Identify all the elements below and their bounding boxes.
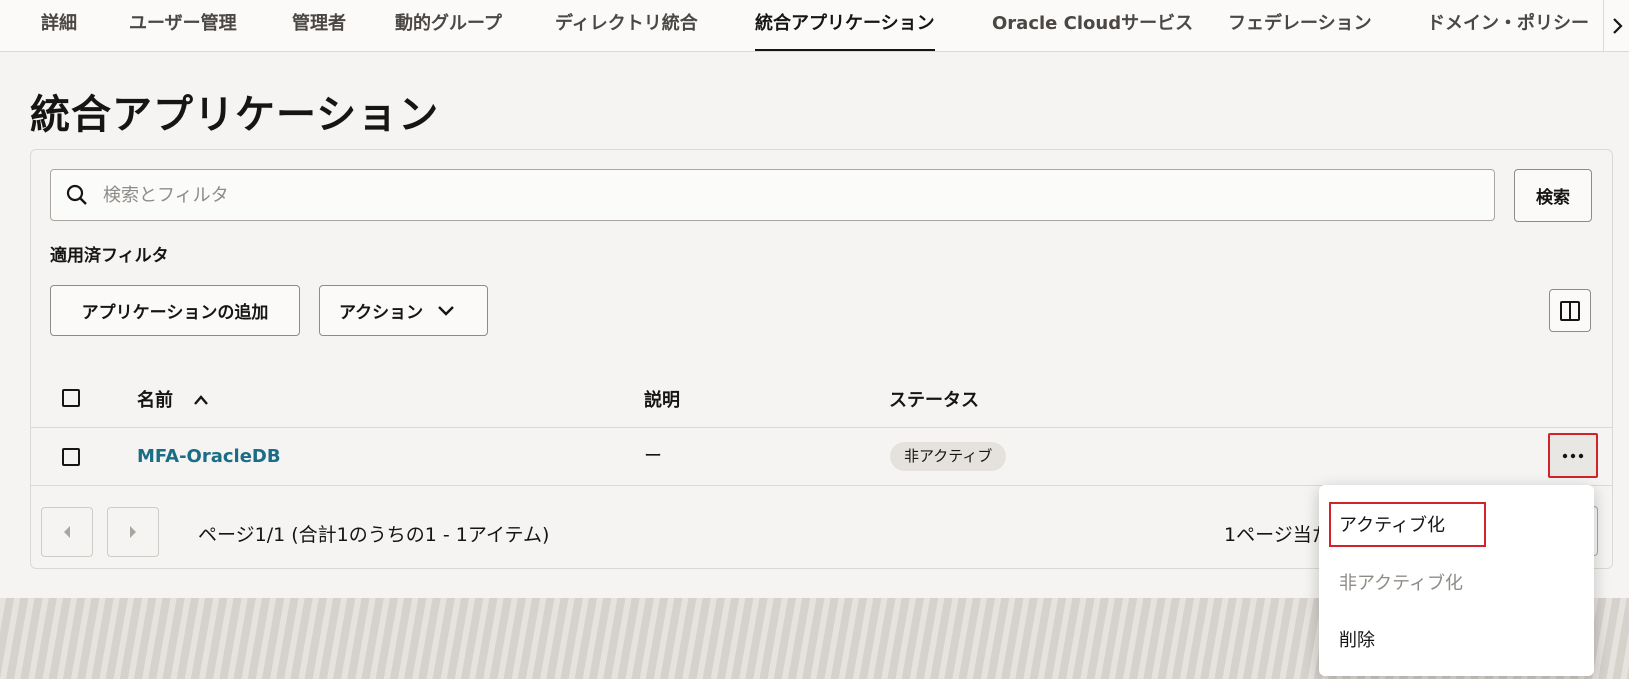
items-per-page-label: 1ページ当た	[1224, 524, 1331, 546]
applied-filters-label: 適用済フィルタ	[50, 246, 169, 266]
tab-administrators[interactable]: 管理者	[292, 0, 346, 51]
tab-details[interactable]: 詳細	[41, 0, 77, 51]
select-all-checkbox[interactable]	[62, 389, 80, 407]
tab-integrated-applications[interactable]: 統合アプリケーション	[755, 0, 935, 51]
row-actions-button[interactable]	[1548, 433, 1598, 478]
menu-item-delete[interactable]: 削除	[1339, 626, 1375, 652]
activate-highlight-box	[1329, 502, 1486, 547]
pagination-summary: ページ1/1 (合計1のうちの1 - 1アイテム)	[198, 524, 550, 546]
chevron-right-icon	[1612, 18, 1623, 34]
tab-directory-integration[interactable]: ディレクトリ統合	[555, 0, 698, 51]
row-checkbox[interactable]	[62, 448, 80, 466]
tab-dynamic-groups[interactable]: 動的グループ	[395, 0, 502, 51]
columns-icon	[1560, 300, 1580, 321]
more-options-icon	[1562, 453, 1584, 458]
column-header-description: 説明	[644, 390, 680, 411]
column-layout-button[interactable]	[1549, 289, 1591, 332]
caret-right-icon	[130, 526, 136, 538]
tab-federation[interactable]: フェデレーション	[1228, 0, 1372, 51]
tab-bar: 詳細 ユーザー管理 管理者 動的グループ ディレクトリ統合 統合アプリケーション…	[0, 0, 1629, 52]
column-header-status: ステータス	[889, 390, 979, 411]
table-header: 名前 説明 ステータス	[31, 368, 1612, 428]
caret-left-icon	[64, 526, 70, 538]
tab-user-management[interactable]: ユーザー管理	[129, 0, 237, 51]
application-description: ー	[644, 446, 662, 467]
tab-domain-policies[interactable]: ドメイン・ポリシー	[1427, 0, 1589, 51]
actions-menu-button[interactable]: アクション	[319, 285, 488, 336]
tab-scroll-next-button[interactable]	[1603, 0, 1629, 51]
page-title: 統合アプリケーション	[30, 92, 440, 138]
menu-item-deactivate: 非アクティブ化	[1339, 573, 1464, 594]
next-page-button[interactable]	[107, 507, 159, 557]
actions-label: アクション	[339, 303, 424, 323]
search-input[interactable]	[103, 171, 1494, 219]
sort-ascending-icon	[194, 395, 209, 405]
application-name-link[interactable]: MFA-OracleDB	[137, 446, 281, 467]
column-header-name[interactable]: 名前	[137, 386, 209, 412]
status-badge: 非アクティブ	[890, 442, 1007, 471]
table-row: MFA-OracleDB ー 非アクティブ	[31, 429, 1612, 486]
search-button[interactable]: 検索	[1514, 169, 1592, 222]
tab-oracle-cloud-services[interactable]: Oracle Cloudサービス	[992, 0, 1193, 51]
chevron-down-icon	[438, 305, 455, 316]
previous-page-button[interactable]	[41, 507, 93, 557]
search-icon	[51, 184, 103, 206]
search-field[interactable]	[50, 169, 1495, 221]
add-application-button[interactable]: アプリケーションの追加	[50, 285, 300, 336]
